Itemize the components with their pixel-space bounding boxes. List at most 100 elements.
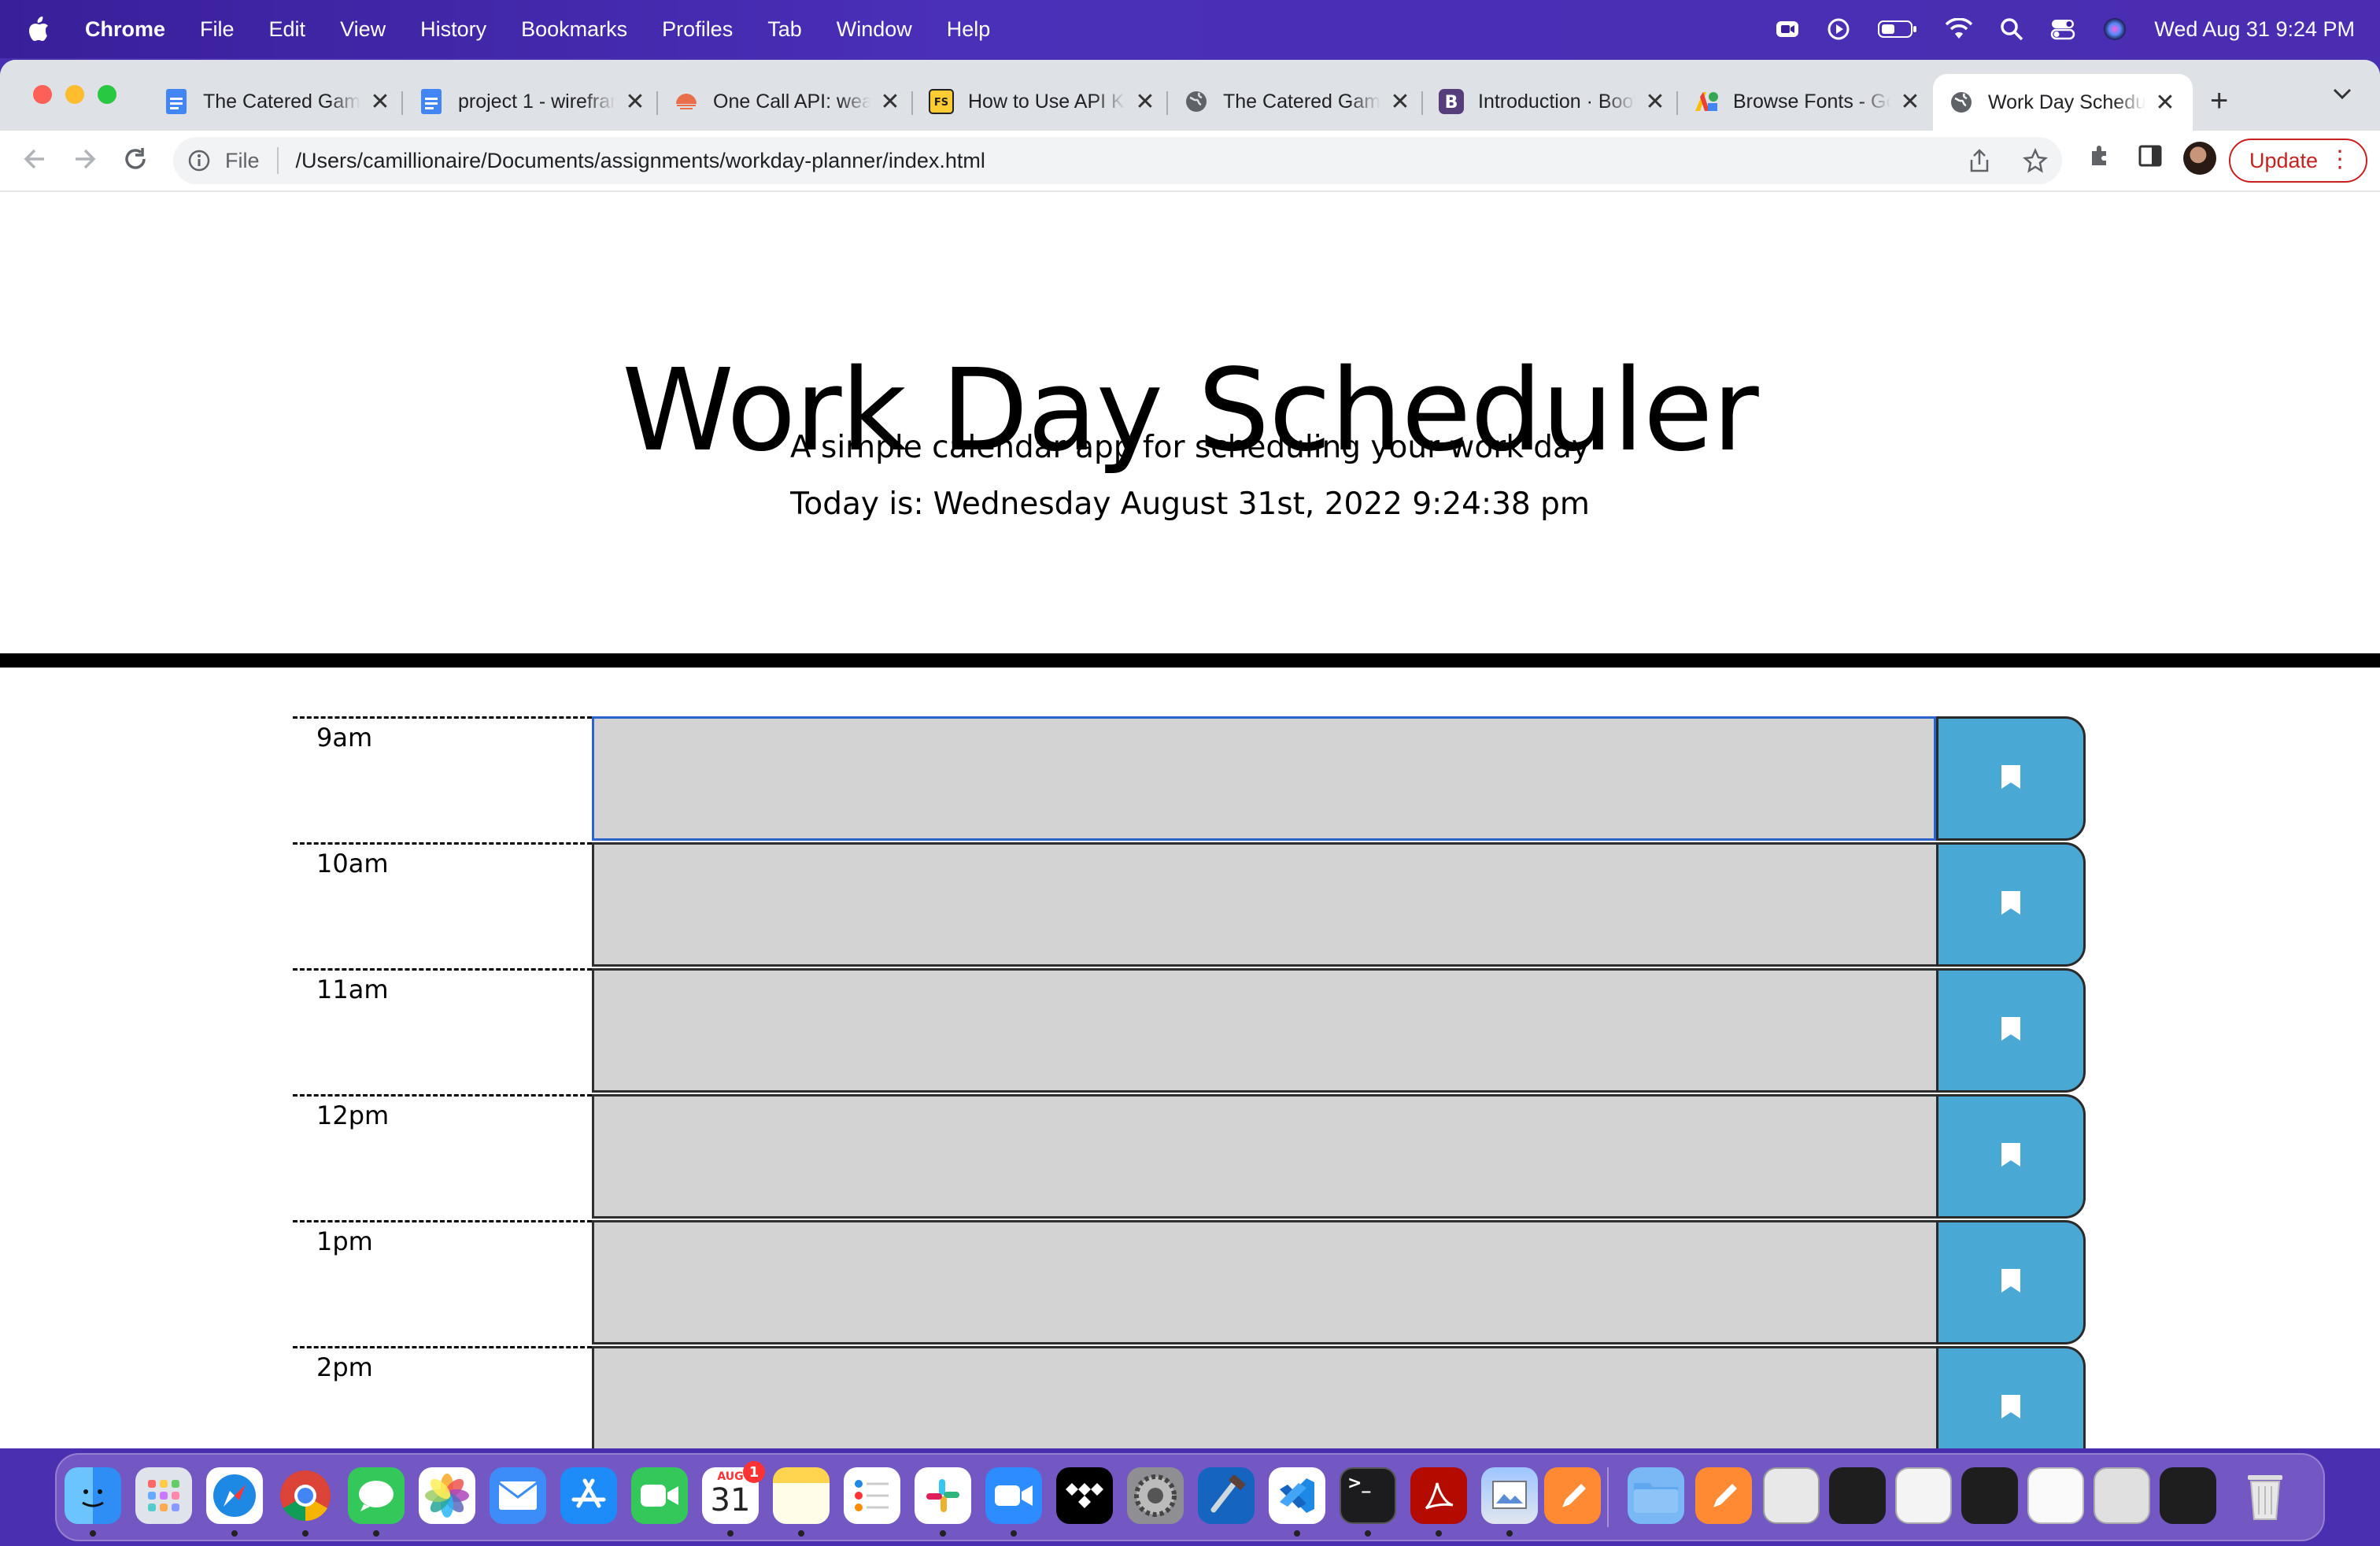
save-button[interactable] (1936, 842, 2086, 967)
tab-close-icon[interactable]: ✕ (878, 88, 902, 116)
menu-bookmarks[interactable]: Bookmarks (521, 17, 627, 42)
event-description-input[interactable] (592, 1346, 1936, 1448)
more-menu-icon[interactable]: ⋮ (2328, 148, 2352, 172)
pages-icon[interactable] (1544, 1467, 1601, 1524)
tab-close-icon[interactable]: ✕ (368, 88, 392, 116)
control-center-icon[interactable] (2050, 18, 2075, 40)
app-store-icon[interactable] (560, 1467, 617, 1524)
pages-document-icon[interactable] (1695, 1467, 1752, 1524)
close-window-button[interactable] (33, 85, 52, 104)
menu-help[interactable]: Help (947, 17, 991, 42)
zoom-window-button[interactable] (98, 85, 116, 104)
messages-icon[interactable] (348, 1467, 405, 1524)
profile-avatar[interactable] (2183, 142, 2216, 175)
tab-api-keys[interactable]: FS How to Use API Keys ✕ (929, 76, 1157, 128)
tab-google-fonts[interactable]: Browse Fonts - Google Fonts ✕ (1694, 76, 1922, 128)
forward-arrow-icon[interactable] (71, 145, 99, 177)
new-tab-plus-icon[interactable]: + (2210, 83, 2228, 119)
save-button[interactable] (1936, 968, 2086, 1093)
tab-close-icon[interactable]: ✕ (1643, 88, 1667, 116)
siri-icon[interactable] (2102, 17, 2127, 42)
address-bar[interactable]: File /Users/camillionaire/Documents/assi… (173, 137, 2062, 184)
minimize-window-button[interactable] (65, 85, 84, 104)
safari-icon[interactable] (206, 1467, 263, 1524)
minimized-editor-window-icon[interactable] (1961, 1467, 2018, 1524)
url-text[interactable]: /Users/camillionaire/Documents/assignmen… (296, 149, 985, 173)
site-info-icon[interactable] (187, 149, 211, 172)
zoom-icon[interactable] (985, 1467, 1042, 1524)
menu-edit[interactable]: Edit (269, 17, 306, 42)
event-description-input[interactable] (592, 968, 1936, 1093)
calendar-icon[interactable]: AUG 31 1 (702, 1461, 765, 1524)
event-description-input[interactable] (592, 1094, 1936, 1219)
tab-one-call-api[interactable]: One Call API: weather ✕ (674, 76, 902, 128)
xcode-icon[interactable] (1198, 1467, 1255, 1524)
mail-icon[interactable] (490, 1467, 546, 1524)
menu-view[interactable]: View (340, 17, 386, 42)
tab-project-wireframe[interactable]: project 1 - wireframe ✕ (419, 76, 647, 128)
minimized-terminal-window-icon[interactable] (2160, 1467, 2216, 1524)
tab-search-chevron-icon[interactable] (2331, 87, 2353, 106)
minimized-document-window-icon[interactable] (2027, 1467, 2084, 1524)
tab-close-icon[interactable]: ✕ (2153, 89, 2177, 117)
event-description-input[interactable] (592, 716, 1936, 841)
preview-icon[interactable] (1481, 1467, 1538, 1524)
tab-close-icon[interactable]: ✕ (1133, 88, 1157, 116)
zoom-status-icon[interactable] (1775, 18, 1800, 40)
minimized-browser-window-icon[interactable] (1895, 1467, 1952, 1524)
event-description-input[interactable] (592, 1220, 1936, 1344)
wifi-icon[interactable] (1945, 18, 1973, 40)
time-block: 12pm (293, 1094, 2086, 1220)
slack-icon[interactable] (915, 1467, 971, 1524)
save-button[interactable] (1936, 1220, 2086, 1344)
terminal-icon[interactable]: >_ (1340, 1467, 1396, 1524)
apple-menu-icon[interactable] (27, 16, 58, 43)
acrobat-icon[interactable] (1410, 1467, 1467, 1524)
minimized-finder-window-icon[interactable] (2094, 1467, 2150, 1524)
tab-close-icon[interactable]: ✕ (1388, 88, 1412, 116)
launchpad-icon[interactable] (135, 1467, 192, 1524)
menu-tab[interactable]: Tab (767, 17, 802, 42)
facetime-icon[interactable] (631, 1467, 688, 1524)
tab-work-day-scheduler[interactable]: Work Day Scheduler ✕ (1933, 74, 2193, 131)
menu-app-name[interactable]: Chrome (85, 17, 165, 42)
tidal-icon[interactable] (1056, 1467, 1113, 1524)
menu-history[interactable]: History (420, 17, 486, 42)
system-preferences-icon[interactable] (1127, 1467, 1184, 1524)
spotlight-search-icon[interactable] (2000, 17, 2023, 41)
side-panel-icon[interactable] (2138, 143, 2163, 168)
battery-icon[interactable] (1877, 19, 1918, 39)
extensions-puzzle-icon[interactable] (2087, 143, 2112, 168)
tab-catered-game-site[interactable]: The Catered Game ✕ (1184, 76, 1412, 128)
tab-label: How to Use API Keys (968, 90, 1125, 113)
tab-catered-game-doc[interactable]: The Catered Game ✕ (164, 76, 392, 128)
share-icon[interactable] (1968, 148, 1991, 177)
photos-icon[interactable] (419, 1467, 475, 1524)
tab-bootstrap-intro[interactable]: B Introduction · Bootstrap ✕ (1439, 76, 1667, 128)
minimized-code-window-icon[interactable] (1829, 1467, 1886, 1524)
event-description-input[interactable] (592, 842, 1936, 967)
save-button[interactable] (1936, 1094, 2086, 1219)
finder-icon[interactable] (65, 1467, 121, 1524)
tab-close-icon[interactable]: ✕ (623, 88, 647, 116)
save-button[interactable] (1936, 1346, 2086, 1448)
menu-profiles[interactable]: Profiles (662, 17, 733, 42)
chrome-window: The Catered Game ✕ project 1 - wireframe… (0, 60, 2380, 1448)
notes-icon[interactable] (773, 1467, 830, 1524)
downloads-folder-icon[interactable] (1628, 1467, 1684, 1524)
bookmark-star-icon[interactable] (2023, 147, 2048, 177)
reminders-icon[interactable] (844, 1467, 900, 1524)
trash-icon[interactable] (2237, 1467, 2293, 1524)
menu-window[interactable]: Window (837, 17, 912, 42)
tab-close-icon[interactable]: ✕ (1898, 88, 1922, 116)
vscode-icon[interactable] (1269, 1467, 1325, 1524)
reload-icon[interactable] (121, 145, 150, 177)
minimized-pdf-window-icon[interactable] (1763, 1467, 1820, 1524)
save-button[interactable] (1936, 716, 2086, 841)
back-arrow-icon[interactable] (20, 145, 49, 177)
chrome-icon[interactable] (277, 1467, 334, 1524)
play-status-icon[interactable] (1827, 17, 1850, 41)
menubar-clock[interactable]: Wed Aug 31 9:24 PM (2154, 17, 2355, 42)
menu-file[interactable]: File (200, 17, 235, 42)
chrome-update-button[interactable]: Update ⋮ (2229, 139, 2367, 183)
